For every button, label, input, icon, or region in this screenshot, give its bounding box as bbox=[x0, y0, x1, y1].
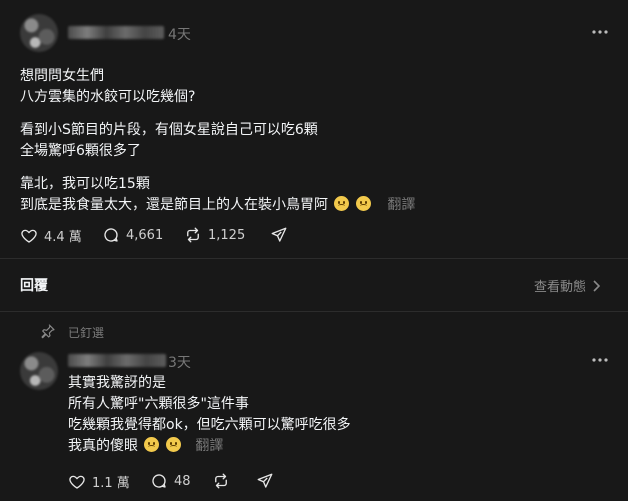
heart-icon bbox=[21, 229, 37, 243]
confused-face-icon bbox=[144, 437, 160, 452]
repost-icon bbox=[187, 227, 199, 243]
share-button[interactable] bbox=[270, 226, 288, 244]
reply-line-text: 我真的傻眼 bbox=[68, 438, 138, 454]
post-body: 想問問女生們 八方雲集的水餃可以吃幾個? 看到小S節目的片段，有個女星說自己可以… bbox=[20, 66, 600, 228]
comment-icon bbox=[104, 228, 118, 242]
reply-comment-count: 48 bbox=[174, 473, 191, 489]
share-icon bbox=[257, 473, 273, 488]
post-line: 八方雲集的水餃可以吃幾個? bbox=[20, 89, 196, 105]
chevron-right-icon bbox=[593, 279, 601, 292]
reply-share-button[interactable] bbox=[256, 472, 274, 490]
like-button[interactable]: 4.4 萬 bbox=[20, 226, 82, 245]
reply-line: 其實我驚訝的是 bbox=[68, 375, 166, 391]
reply-repost-button[interactable] bbox=[212, 472, 230, 490]
reply-avatar[interactable] bbox=[20, 352, 58, 390]
reply-body: 其實我驚訝的是 所有人驚呼"六顆很多"這件事 吃幾顆我覺得都ok，但吃六顆可以驚… bbox=[68, 373, 608, 457]
post-line-last: 到底是我食量太大，還是節目上的人在裝小鳥胃阿 翻譯 bbox=[20, 195, 600, 216]
comment-count: 4,661 bbox=[126, 227, 164, 243]
more-icon[interactable] bbox=[590, 354, 610, 366]
view-activity-link[interactable]: 查看動態 bbox=[534, 276, 601, 295]
like-count: 4.4 萬 bbox=[44, 230, 82, 245]
frowning-face-icon bbox=[355, 196, 371, 211]
pin-icon bbox=[40, 323, 56, 343]
post-line: 靠北，我可以吃15顆 bbox=[20, 176, 150, 192]
view-activity-label: 查看動態 bbox=[534, 280, 587, 295]
comment-button[interactable]: 4,661 bbox=[102, 226, 163, 244]
repost-count: 1,125 bbox=[208, 227, 246, 243]
replies-title: 回覆 bbox=[20, 278, 48, 294]
frowning-face-icon bbox=[334, 196, 350, 211]
translate-link[interactable]: 翻譯 bbox=[387, 197, 415, 213]
username[interactable] bbox=[68, 26, 164, 39]
reply-comment-button[interactable]: 48 bbox=[150, 472, 191, 490]
reply-line: 吃幾顆我覺得都ok，但吃六顆可以驚呼吃很多 bbox=[68, 417, 351, 433]
reply-like-count: 1.1 萬 bbox=[92, 476, 130, 491]
reply-like-button[interactable]: 1.1 萬 bbox=[68, 472, 130, 491]
more-icon[interactable] bbox=[590, 26, 610, 38]
confused-face-icon bbox=[165, 437, 181, 452]
reply-username[interactable] bbox=[68, 354, 166, 367]
reply-translate-link[interactable]: 翻譯 bbox=[195, 438, 223, 454]
post-line: 全場驚呼6顆很多了 bbox=[20, 143, 141, 159]
reply-line: 所有人驚呼"六顆很多"這件事 bbox=[68, 396, 249, 412]
heart-icon bbox=[69, 475, 85, 489]
share-icon bbox=[271, 227, 287, 242]
reply-timestamp: 3天 bbox=[168, 355, 191, 371]
post-line: 看到小S節目的片段，有個女星說自己可以吃6顆 bbox=[20, 122, 318, 138]
post-line-text: 到底是我食量太大，還是節目上的人在裝小鳥胃阿 bbox=[20, 197, 328, 213]
post-timestamp: 4天 bbox=[168, 27, 191, 43]
divider bbox=[0, 258, 628, 259]
comment-icon bbox=[152, 474, 166, 488]
post-line: 想問問女生們 bbox=[20, 68, 104, 84]
repost-button[interactable]: 1,125 bbox=[184, 226, 245, 244]
avatar[interactable] bbox=[20, 14, 58, 52]
divider bbox=[0, 311, 628, 312]
reply-line-last: 我真的傻眼 翻譯 bbox=[68, 436, 608, 457]
pinned-label: 已釘選 bbox=[68, 326, 105, 340]
repost-icon bbox=[215, 473, 227, 489]
